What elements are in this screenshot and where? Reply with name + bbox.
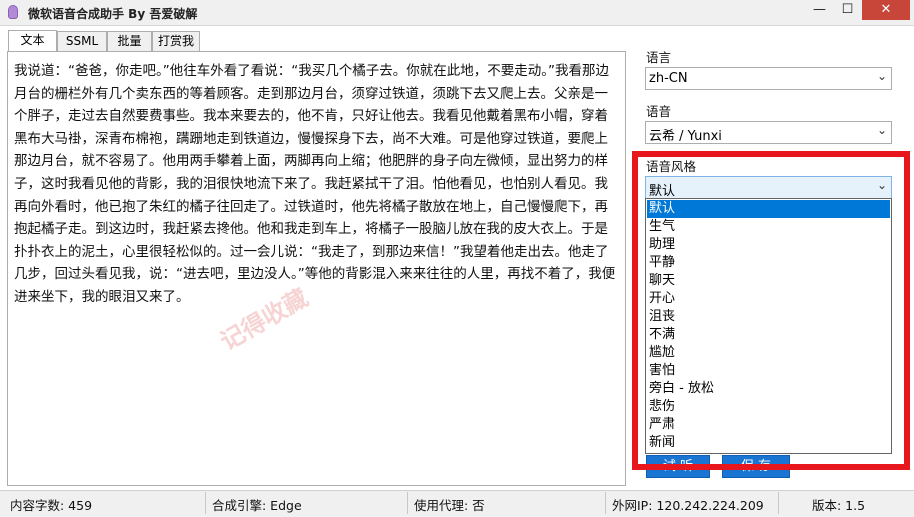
maximize-button[interactable]: ☐ (834, 0, 861, 20)
microphone-icon (8, 5, 18, 19)
tab-ssml[interactable]: SSML (57, 31, 107, 51)
close-button[interactable]: ✕ (862, 0, 910, 20)
engine-status: 合成引擎: Edge (212, 498, 302, 513)
tab-tip[interactable]: 打赏我 (152, 31, 200, 51)
voice-select[interactable]: 云希 / Yunxi ⌄ (645, 121, 892, 144)
language-label: 语言 (646, 50, 672, 65)
chevron-down-icon: ⌄ (876, 69, 887, 83)
highlight-frame (632, 151, 910, 470)
char-count: 内容字数: 459 (10, 498, 93, 513)
chevron-down-icon: ⌄ (876, 123, 887, 137)
divider (778, 492, 779, 514)
tab-batch[interactable]: 批量 (107, 31, 152, 51)
voice-value: 云希 / Yunxi (649, 129, 722, 144)
voice-label: 语音 (646, 104, 672, 119)
language-select[interactable]: zh-CN ⌄ (645, 67, 892, 90)
minimize-button[interactable]: — (806, 0, 833, 20)
version-status: 版本: 1.5 (812, 498, 866, 513)
divider (407, 492, 408, 514)
divider (605, 492, 606, 514)
text-input-area[interactable]: 我说道：“爸爸，你走吧。”他往车外看了看说：“我买几个橘子去。你就在此地，不要走… (7, 51, 626, 486)
proxy-status: 使用代理: 否 (414, 498, 485, 513)
ip-status: 外网IP: 120.242.224.209 (612, 498, 764, 513)
language-value: zh-CN (649, 71, 688, 86)
divider (205, 492, 206, 514)
tab-text[interactable]: 文本 (8, 30, 57, 51)
text-content: 我说道：“爸爸，你走吧。”他往车外看了看说：“我买几个橘子去。你就在此地，不要走… (14, 63, 616, 305)
window-title: 微软语音合成助手 By 吾爱破解 (28, 7, 198, 21)
